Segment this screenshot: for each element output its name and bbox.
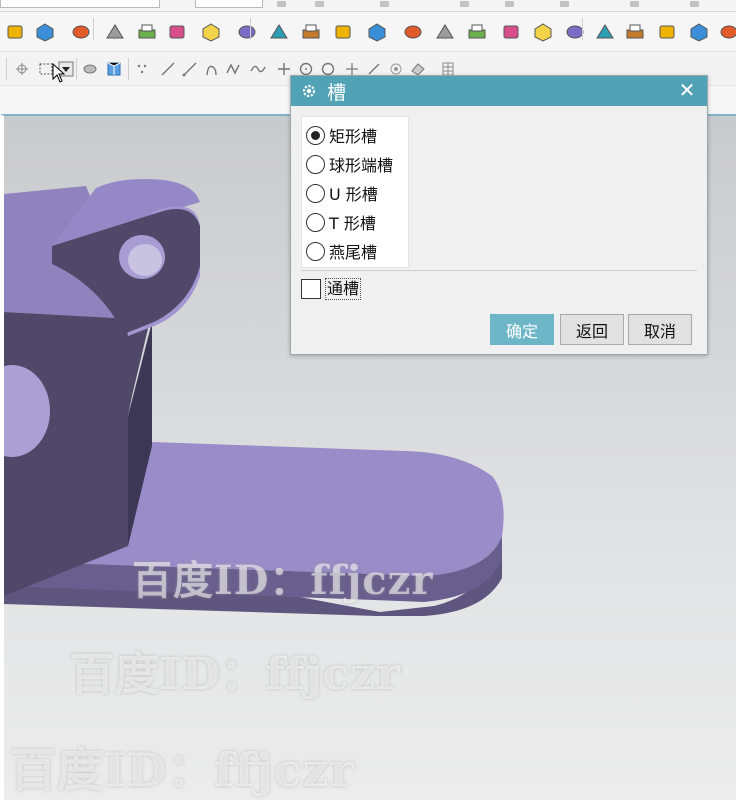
stairs-icon[interactable] — [70, 21, 92, 43]
box-icon[interactable] — [300, 21, 322, 43]
spline-icon[interactable] — [226, 61, 242, 77]
toolbar-separator — [93, 18, 94, 40]
dialog-title: 槽 — [327, 81, 347, 104]
lug-hole-inner — [128, 244, 162, 276]
slot-type-label: 球形端槽 — [329, 156, 394, 175]
block-icon[interactable] — [466, 21, 488, 43]
slot-type-option[interactable]: U 形槽 — [306, 181, 378, 205]
mouse-cursor-icon — [52, 63, 66, 83]
sweep-icon[interactable] — [366, 21, 388, 43]
slot-type-option[interactable]: T 形槽 — [306, 210, 376, 234]
toolbar-icon[interactable] — [630, 1, 639, 7]
hide-icon[interactable] — [82, 61, 98, 77]
solid-cube-icon[interactable] — [624, 21, 646, 43]
yellow-icon[interactable] — [402, 21, 424, 43]
line-icon[interactable] — [160, 61, 176, 77]
book-icon[interactable] — [268, 21, 290, 43]
close-icon[interactable]: ✕ — [677, 80, 697, 100]
slot-type-group: 矩形槽球形端槽 U 形槽 T 形槽燕尾槽 — [301, 116, 409, 268]
radio-unselected[interactable] — [306, 154, 325, 174]
curve-icon[interactable] — [250, 61, 266, 77]
top-toolbar-strip — [0, 0, 736, 12]
radio-unselected[interactable] — [306, 183, 325, 203]
toolbar-separator — [76, 58, 77, 80]
toolbar-icon[interactable] — [460, 1, 469, 7]
radio-selected[interactable] — [306, 125, 325, 145]
view-cube-icon[interactable] — [106, 61, 122, 77]
line2-icon[interactable] — [182, 61, 198, 77]
slot-type-option[interactable]: 球形端槽 — [306, 152, 393, 176]
stack-icon[interactable] — [332, 21, 354, 43]
slot-type-label: T 形槽 — [329, 214, 376, 233]
command-box[interactable] — [0, 0, 160, 8]
cylinders-icon[interactable] — [656, 21, 678, 43]
checkbox-box[interactable] — [301, 279, 321, 299]
points-icon[interactable] — [134, 61, 150, 77]
feature-toolbar — [0, 12, 736, 52]
toolbar-separator — [250, 18, 251, 40]
slot-type-label: U 形槽 — [329, 185, 378, 204]
dialog-title-bar[interactable]: 槽 ✕ — [291, 76, 707, 106]
plate-icon[interactable] — [434, 21, 456, 43]
slot-type-label: 燕尾槽 — [329, 243, 378, 262]
divider — [301, 270, 697, 271]
boss-icon[interactable] — [136, 21, 158, 43]
shape-add-icon[interactable] — [236, 21, 258, 43]
toolbar-icon[interactable] — [380, 1, 389, 7]
toolbar-icon[interactable] — [315, 1, 324, 7]
radio-unselected[interactable] — [306, 241, 325, 261]
toolbar-separator — [582, 18, 583, 40]
pad-icon[interactable] — [34, 21, 56, 43]
ok-button[interactable]: 确定 — [490, 314, 554, 345]
radio-unselected[interactable] — [306, 212, 325, 232]
toolbar-separator — [128, 58, 129, 80]
surface-icon[interactable] — [688, 21, 710, 43]
gear-icon — [302, 84, 316, 98]
toolbar-separator — [6, 58, 7, 80]
feature-icon[interactable] — [200, 21, 222, 43]
shell-icon[interactable] — [718, 21, 736, 43]
grid-icon[interactable] — [104, 21, 126, 43]
watermark-2: 百度ID：ffjczr — [70, 649, 401, 700]
watermark-3: 百度ID：ffjczr — [10, 743, 355, 797]
slot-dialog: 槽 ✕ 矩形槽球形端槽 U 形槽 T 形槽燕尾槽 通槽 确定 返回 取消 — [290, 75, 708, 355]
cancel-button[interactable]: 取消 — [628, 314, 692, 345]
toolbar-icon[interactable] — [505, 1, 514, 7]
slot-type-option[interactable]: 矩形槽 — [306, 123, 377, 147]
arc-icon[interactable] — [204, 61, 220, 77]
cube-icon[interactable] — [500, 21, 522, 43]
back-button[interactable]: 返回 — [560, 314, 624, 345]
select-icon[interactable] — [14, 61, 30, 77]
thru-slot-label: 通槽 — [325, 278, 362, 300]
filter-box[interactable] — [195, 0, 263, 8]
cylinder-icon[interactable] — [4, 21, 26, 43]
toolbar-icon[interactable] — [277, 1, 286, 7]
dots-icon[interactable] — [166, 21, 188, 43]
watermark-1: 百度ID：ffjczr — [132, 557, 434, 604]
slot-type-label: 矩形槽 — [329, 127, 378, 146]
slot-type-option[interactable]: 燕尾槽 — [306, 239, 377, 263]
toolbar-icon[interactable] — [690, 1, 699, 7]
toolbar-icon[interactable] — [560, 1, 569, 7]
wire-cube-icon[interactable] — [532, 21, 554, 43]
thru-slot-checkbox[interactable]: 通槽 — [301, 277, 362, 301]
blend-icon[interactable] — [594, 21, 616, 43]
